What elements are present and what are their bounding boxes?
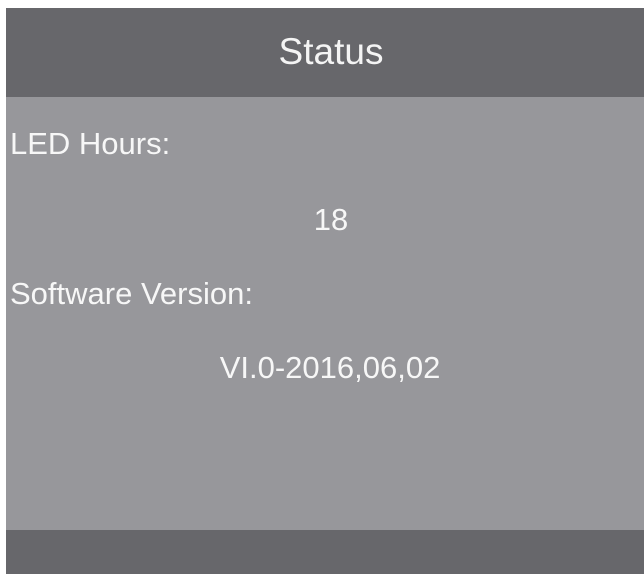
bottom-bar (6, 530, 644, 574)
title-bar: Status (6, 8, 644, 97)
software-version-value: VI.0-2016,06,02 (219, 350, 441, 385)
status-screen: Status LED Hours: 18 Software Version: V… (6, 8, 644, 574)
page-title: Status (278, 31, 384, 72)
status-content: LED Hours: 18 Software Version: VI.0-201… (6, 97, 644, 530)
led-hours-value: 18 (313, 202, 349, 237)
led-hours-label: LED Hours: (10, 126, 171, 161)
software-version-label: Software Version: (10, 276, 253, 311)
